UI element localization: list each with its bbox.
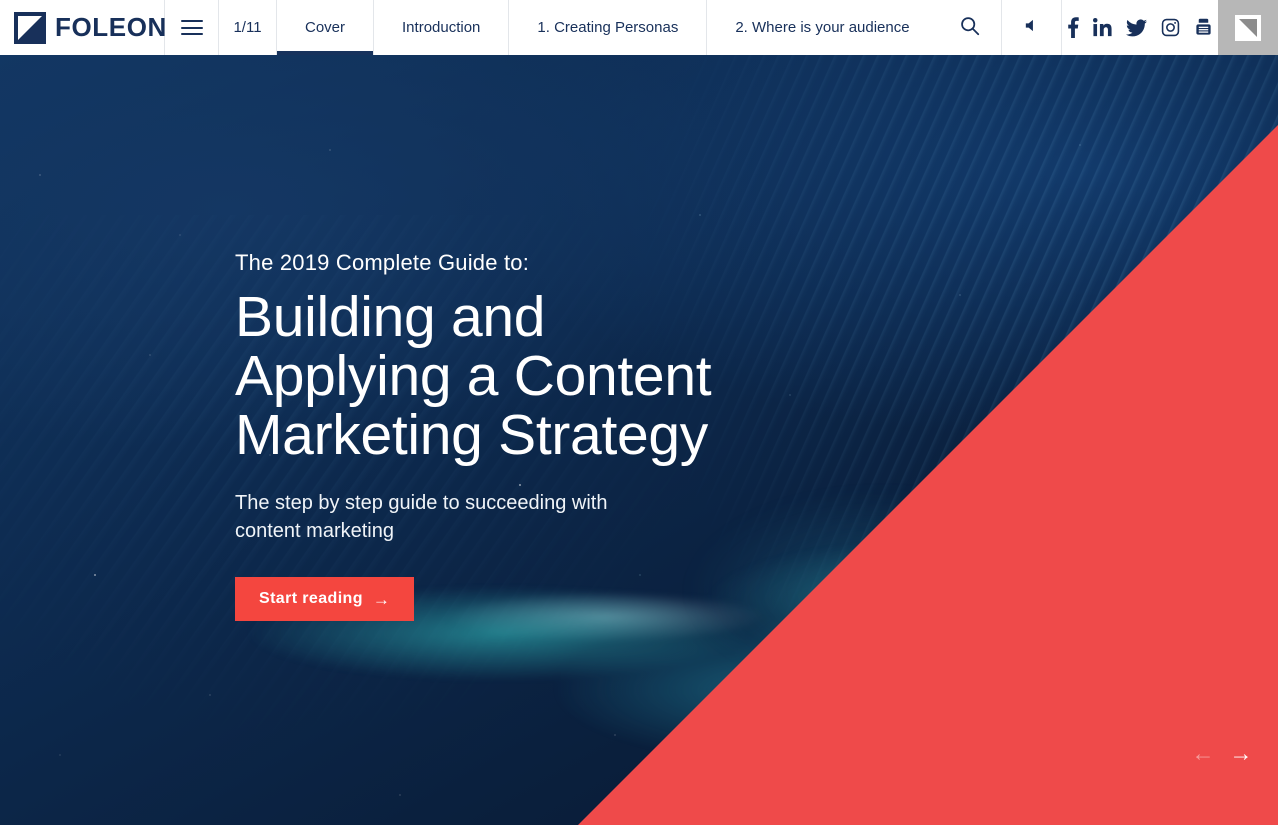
- search-icon: [959, 15, 980, 41]
- arrow-right-icon: →: [372, 589, 391, 609]
- foleon-badge-button[interactable]: [1218, 0, 1278, 55]
- hamburger-menu-button[interactable]: [165, 0, 219, 55]
- brand-logo[interactable]: FOLEON: [0, 0, 167, 55]
- start-reading-button[interactable]: Start reading →: [235, 577, 415, 621]
- foleon-logo-icon: [14, 11, 46, 44]
- tab-cover-label: Cover: [305, 19, 346, 36]
- top-navigation-bar: FOLEON 1/11 Cover Introduction 1. Creati…: [0, 0, 1278, 55]
- twitter-icon[interactable]: [1126, 18, 1147, 37]
- linkedin-icon[interactable]: [1093, 18, 1112, 37]
- facebook-icon[interactable]: [1067, 17, 1079, 38]
- hero-subhead: The step by step guide to succeeding wit…: [235, 492, 608, 542]
- social-links: [1062, 0, 1218, 55]
- tab-cover[interactable]: Cover: [277, 0, 375, 55]
- hero-headline: Building and Applying a Content Marketin…: [235, 288, 935, 465]
- tab-introduction[interactable]: Introduction: [374, 0, 510, 55]
- start-reading-label: Start reading: [259, 590, 363, 607]
- previous-page-button[interactable]: ←: [1184, 734, 1222, 772]
- tab-where-is-your-audience[interactable]: 2. Where is your audience: [707, 0, 937, 55]
- youtube-icon[interactable]: [1194, 18, 1213, 37]
- hero-headline-line-1: Building and: [235, 285, 546, 349]
- sound-toggle-button[interactable]: [1002, 0, 1062, 55]
- speaker-mute-icon: [1023, 17, 1040, 39]
- foleon-badge-icon: [1235, 14, 1261, 41]
- next-page-button[interactable]: →: [1222, 734, 1260, 772]
- brand-name: FOLEON: [55, 12, 167, 42]
- tab-introduction-label: Introduction: [402, 19, 481, 36]
- cover-page-stage: The 2019 Complete Guide to: Building and…: [0, 55, 1278, 825]
- tab-creating-personas-label: 1. Creating Personas: [537, 19, 679, 36]
- page-navigation: ← →: [1184, 734, 1260, 772]
- hamburger-menu-icon: [180, 20, 203, 35]
- search-button[interactable]: [937, 0, 1002, 55]
- tab-creating-personas[interactable]: 1. Creating Personas: [509, 0, 708, 55]
- chapter-tab-list: Cover Introduction 1. Creating Personas …: [277, 0, 937, 55]
- tab-where-is-your-audience-label: 2. Where is your audience: [735, 19, 910, 36]
- instagram-icon[interactable]: [1161, 18, 1180, 37]
- hero-headline-line-3: Marketing Strategy: [235, 403, 708, 467]
- hero-headline-line-2: Applying a Content: [235, 344, 712, 408]
- hero-content: The 2019 Complete Guide to: Building and…: [235, 250, 935, 621]
- page-indicator: 1/11: [219, 0, 277, 55]
- hero-eyebrow: The 2019 Complete Guide to:: [235, 250, 530, 275]
